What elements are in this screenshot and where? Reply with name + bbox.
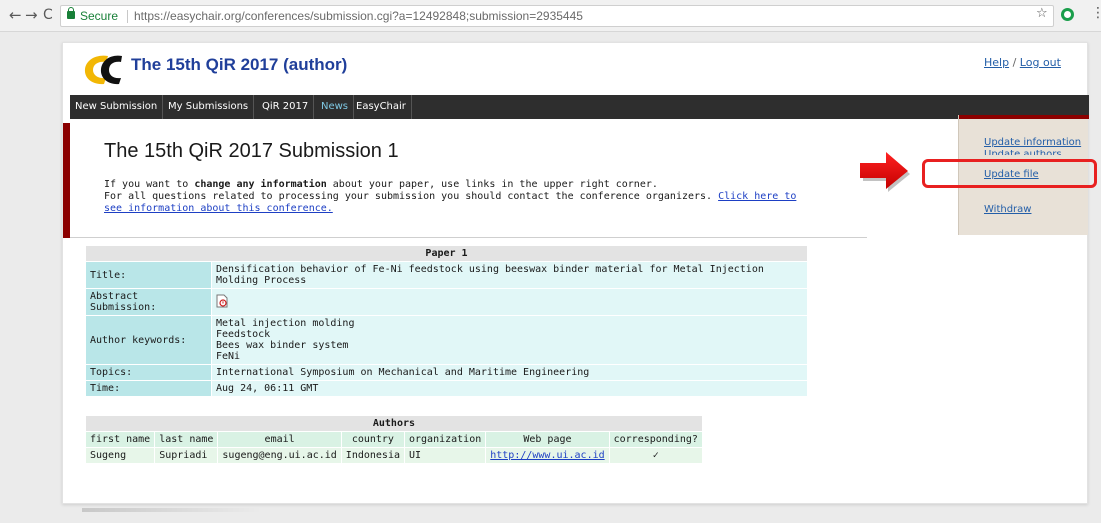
pdf-file-icon[interactable]	[216, 294, 228, 308]
abstract-cell	[211, 288, 808, 316]
menu-easychair[interactable]: EasyChair	[351, 95, 412, 119]
keyword: FeNi	[216, 351, 241, 362]
page-shadow	[82, 508, 262, 512]
keyword: Metal injection molding	[216, 318, 355, 329]
author-last-name: Supriadi	[154, 447, 219, 464]
page-card: The 15th QiR 2017 (author) Help / Log ou…	[62, 42, 1089, 504]
update-information-link[interactable]: Update information	[984, 137, 1081, 148]
abstract-label: Abstract Submission:	[85, 288, 212, 316]
table-row: Sugeng Supriadi sugeng@eng.ui.ac.id Indo…	[84, 447, 703, 464]
info-line1-pre: If you want to	[104, 179, 195, 190]
address-bar[interactable]: Secure https://easychair.org/conferences…	[60, 5, 1054, 27]
title-value: Densification behavior of Fe-Ni feedstoc…	[211, 261, 808, 289]
authors-caption: Authors	[85, 415, 703, 432]
author-country: Indonesia	[340, 447, 405, 464]
star-icon[interactable]: ☆	[1036, 6, 1048, 21]
browser-toolbar: ← → C Secure https://easychair.org/confe…	[0, 0, 1101, 32]
main-menu: New Submission My Submissions QiR 2017 N…	[70, 95, 1089, 119]
info-text: If you want to change any information ab…	[104, 179, 804, 215]
paper-caption: Paper 1	[85, 245, 808, 262]
author-organization: UI	[403, 447, 487, 464]
table-row: Time: Aug 24, 06:11 GMT	[85, 380, 808, 397]
table-row: Topics: International Symposium on Mecha…	[85, 364, 808, 381]
update-authors-link[interactable]: Update authors	[984, 150, 1062, 155]
author-web-page-link[interactable]: http://www.ui.ac.id	[490, 450, 604, 461]
author-corresponding: ✓	[608, 447, 703, 464]
column-header: Web page	[485, 431, 610, 448]
address-separator	[127, 10, 128, 23]
topics-value: International Symposium on Mechanical an…	[211, 364, 808, 381]
menu-qir-2017[interactable]: QiR 2017	[257, 95, 315, 119]
info-line1-bold: change any information	[194, 179, 327, 190]
logout-link[interactable]: Log out	[1020, 56, 1061, 69]
column-header: organization	[403, 431, 487, 448]
column-header: first name	[84, 431, 156, 448]
content-accent-bar	[63, 123, 70, 238]
author-email: sugeng@eng.ui.ac.id	[217, 447, 342, 464]
column-header: last name	[154, 431, 219, 448]
url-text[interactable]: https://easychair.org/conferences/submis…	[134, 6, 583, 26]
menu-my-submissions[interactable]: My Submissions	[163, 95, 255, 119]
column-header: country	[340, 431, 405, 448]
column-header: email	[217, 431, 342, 448]
table-row: Abstract Submission:	[85, 288, 808, 316]
keywords-cell: Metal injection molding Feedstock Bees w…	[211, 315, 808, 365]
author-web-page-cell: http://www.ui.ac.id	[485, 447, 610, 464]
highlight-box	[922, 159, 1097, 188]
menu-news[interactable]: News	[316, 95, 355, 119]
table-row: Title: Densification behavior of Fe-Ni f…	[85, 261, 808, 289]
reload-icon[interactable]: C	[43, 6, 53, 24]
conference-title: The 15th QiR 2017 (author)	[131, 55, 348, 74]
authors-table: Authors first name last name email count…	[84, 415, 703, 464]
time-value: Aug 24, 06:11 GMT	[211, 380, 808, 397]
column-header: corresponding?	[608, 431, 703, 448]
panel-accent-strip	[959, 115, 1089, 119]
withdraw-link[interactable]: Withdraw	[984, 204, 1031, 215]
menu-new-submission[interactable]: New Submission	[70, 95, 164, 119]
easychair-logo[interactable]	[78, 54, 124, 86]
content-divider	[70, 237, 867, 238]
arrow-right-icon[interactable]: →	[25, 6, 38, 24]
lock-icon	[67, 7, 75, 19]
page-title: The 15th QiR 2017 Submission 1	[104, 140, 399, 162]
help-separator: /	[1012, 56, 1017, 69]
title-label: Title:	[85, 261, 212, 289]
help-link[interactable]: Help	[984, 56, 1009, 69]
table-row: Author keywords: Metal injection molding…	[85, 315, 808, 365]
topics-label: Topics:	[85, 364, 212, 381]
more-vert-icon[interactable]: ⋮	[1091, 5, 1101, 21]
author-first-name: Sugeng	[84, 447, 156, 464]
secure-label: Secure	[80, 9, 119, 23]
help-logout: Help / Log out	[984, 56, 1061, 69]
keyword: Feedstock	[216, 329, 271, 340]
red-arrow-icon	[860, 152, 910, 192]
info-line2-pre: For all questions related to processing …	[104, 191, 719, 202]
extension-icon[interactable]	[1061, 8, 1074, 21]
paper-table: Paper 1 Title: Densification behavior of…	[85, 245, 808, 397]
info-line1-post: about your paper, use links in the upper…	[326, 179, 658, 190]
keyword: Bees wax binder system	[216, 340, 349, 351]
keywords-label: Author keywords:	[85, 315, 212, 365]
time-label: Time:	[85, 380, 212, 397]
table-header-row: first name last name email country organ…	[84, 431, 703, 448]
arrow-left-icon[interactable]: ←	[9, 6, 22, 24]
